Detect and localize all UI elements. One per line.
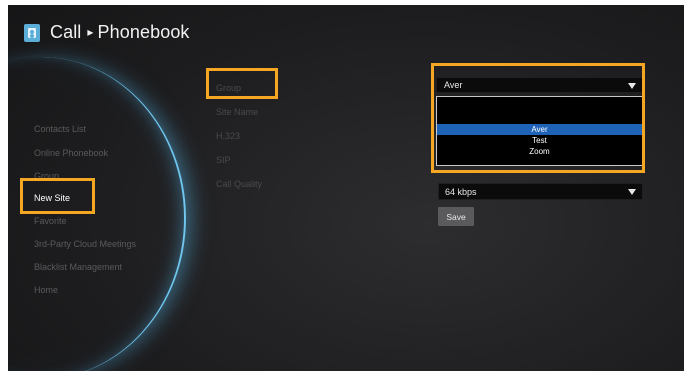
sidebar-item-home[interactable]: Home (34, 285, 58, 295)
breadcrumb-separator-icon: ▸ (87, 25, 94, 39)
title-page: Phonebook (97, 22, 190, 42)
highlight-box-group-label (206, 68, 278, 99)
screen: Call ▸ Phonebook Contacts List Online Phon… (8, 5, 684, 371)
label-h323: H.323 (216, 131, 241, 141)
decorative-ring (8, 57, 186, 371)
highlight-box-new-site (20, 178, 95, 214)
sidebar-item-online-phonebook[interactable]: Online Phonebook (34, 148, 108, 158)
sidebar-item-contacts-list[interactable]: Contacts List (34, 124, 86, 134)
title-app: Call (50, 22, 82, 42)
page-title: Call ▸ Phonebook (50, 22, 190, 43)
chevron-down-icon (628, 189, 636, 195)
sidebar-item-blacklist-management[interactable]: Blacklist Management (34, 262, 122, 272)
highlight-box-group-dropdown (431, 63, 645, 173)
sidebar-item-3rd-party-cloud-meetings[interactable]: 3rd-Party Cloud Meetings (34, 239, 136, 249)
save-button[interactable]: Save (438, 207, 474, 226)
call-quality-select[interactable]: 64 kbps (438, 183, 643, 200)
title-bar: Call ▸ Phonebook (24, 22, 190, 43)
label-sip: SIP (216, 155, 231, 165)
label-call-quality: Call Quality (216, 179, 263, 189)
label-site-name: Site Name (216, 107, 259, 117)
phonebook-icon (24, 23, 40, 42)
sidebar-item-favorite[interactable]: Favorite (34, 216, 67, 226)
call-quality-value: 64 kbps (445, 187, 477, 197)
